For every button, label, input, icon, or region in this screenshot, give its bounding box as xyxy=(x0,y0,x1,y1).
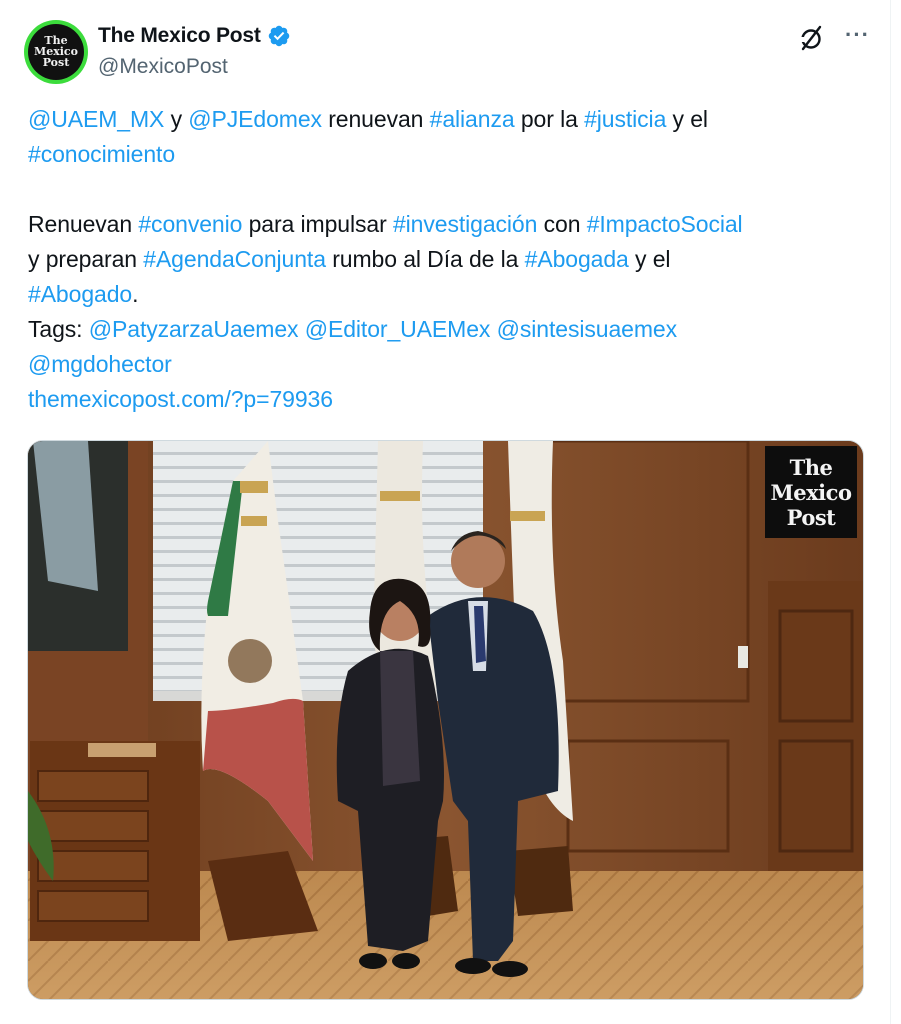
tweet-header: The Mexico Post The Mexico Post @MexicoP… xyxy=(24,20,871,84)
tweet-line: #Abogado. xyxy=(28,277,868,312)
hashtag-link[interactable]: #Abogado xyxy=(28,281,132,307)
avatar[interactable]: The Mexico Post xyxy=(24,20,88,84)
mention-link[interactable]: @sintesisuaemex xyxy=(497,316,677,342)
tweet-line: y preparan #AgendaConjunta rumbo al Día … xyxy=(28,242,868,277)
tweet-text-segment: Tags: xyxy=(28,316,89,342)
tweet-line: #conocimiento xyxy=(28,137,868,172)
tweet-text-segment: para impulsar xyxy=(242,211,393,237)
hashtag-link[interactable]: #conocimiento xyxy=(28,141,175,167)
hashtag-link[interactable]: #ImpactoSocial xyxy=(587,211,743,237)
mention-link[interactable]: @mgdohector xyxy=(28,351,172,377)
tweet-text-segment: y preparan xyxy=(28,246,144,272)
mention-link[interactable]: @PJEdomex xyxy=(188,106,322,132)
tweet-line: @mgdohector xyxy=(28,347,868,382)
author-handle[interactable]: @MexicoPost xyxy=(98,55,228,79)
url-link[interactable]: themexicopost.com/?p=79936 xyxy=(28,386,333,412)
mention-link[interactable]: @Editor_UAEMex xyxy=(305,316,491,342)
tweet-line: themexicopost.com/?p=79936 xyxy=(28,382,868,417)
mention-link[interactable]: @PatyzarzaUaemex xyxy=(89,316,299,342)
author-name-line[interactable]: The Mexico Post xyxy=(98,24,291,48)
hashtag-link[interactable]: #justicia xyxy=(584,106,666,132)
author-display-name[interactable]: The Mexico Post xyxy=(98,24,261,48)
more-options-icon[interactable]: ··· xyxy=(845,24,871,52)
tweet-text-segment: rumbo al Día de la xyxy=(325,246,525,272)
grok-icon[interactable] xyxy=(797,24,825,52)
hashtag-link[interactable]: #Abogada xyxy=(525,246,629,272)
tweet-text-segment: Renuevan xyxy=(28,211,139,237)
tweet-text: @UAEM_MX y @PJEdomex renuevan #alianza p… xyxy=(28,102,868,417)
photo-scene xyxy=(28,441,863,999)
tweet-text-segment: renuevan xyxy=(321,106,430,132)
avatar-logo: The Mexico Post xyxy=(28,24,84,80)
hashtag-link[interactable]: #alianza xyxy=(430,106,515,132)
timeline-border xyxy=(890,0,891,1024)
tweet-photo[interactable]: The Mexico Post xyxy=(27,440,864,1000)
hashtag-link[interactable]: #convenio xyxy=(138,211,242,237)
tweet-line: Tags: @PatyzarzaUaemex @Editor_UAEMex @s… xyxy=(28,312,868,347)
verified-badge-icon[interactable] xyxy=(267,24,291,48)
hashtag-link[interactable]: #investigación xyxy=(393,211,537,237)
tweet-text-segment: . xyxy=(132,281,139,307)
tweet-text-segment: y el xyxy=(666,106,709,132)
mention-link[interactable]: @UAEM_MX xyxy=(28,106,164,132)
tweet-text-segment: y el xyxy=(628,246,671,272)
hashtag-link[interactable]: #AgendaConjunta xyxy=(143,246,326,272)
watermark-logo: The Mexico Post xyxy=(765,446,857,538)
tweet-line: @UAEM_MX y @PJEdomex renuevan #alianza p… xyxy=(28,102,868,137)
tweet-text-segment: con xyxy=(537,211,587,237)
tweet-text-segment: por la xyxy=(514,106,585,132)
tweet-line: Renuevan #convenio para impulsar #invest… xyxy=(28,207,868,242)
tweet-text-segment: y xyxy=(164,106,189,132)
